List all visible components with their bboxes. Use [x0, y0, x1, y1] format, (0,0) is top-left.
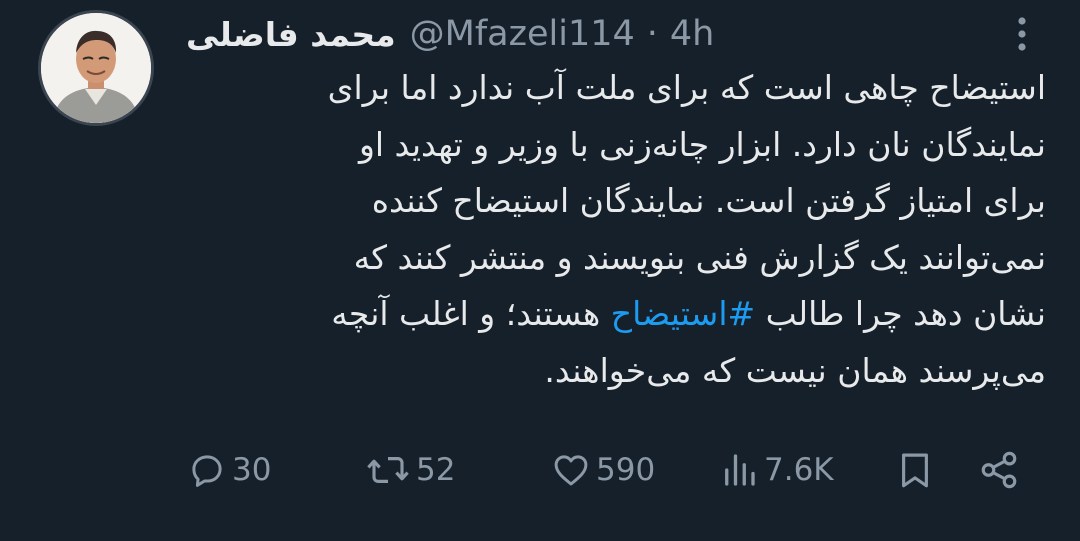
timestamp[interactable]: 4h: [670, 14, 714, 54]
avatar[interactable]: [38, 10, 154, 126]
reply-count: 30: [232, 452, 272, 488]
share-icon: [981, 451, 1017, 489]
tweet-line: نمی‌توانند یک گزارش فنی بنویسند و منتشر …: [353, 237, 1046, 277]
more-icon: [1018, 17, 1026, 51]
bookmark-button[interactable]: [894, 440, 936, 500]
avatar-photo: [41, 13, 151, 123]
reply-button[interactable]: 30: [186, 440, 271, 500]
share-button[interactable]: [978, 440, 1020, 500]
views-button[interactable]: 7.6K: [718, 440, 834, 500]
tweet-text: استیضاح چاهی است که برای ملت آب ندارد ام…: [186, 60, 1046, 399]
tweet-text-segment: هستند؛ و اغلب آنچه: [331, 294, 611, 333]
tweet[interactable]: محمد فاضلی @Mfazeli114 · 4h استیضاح چاهی…: [0, 0, 1080, 541]
tweet-text-segment: نشان دهد چرا طالب: [755, 294, 1046, 333]
views-count: 7.6K: [764, 452, 834, 488]
like-count: 590: [596, 452, 656, 488]
retweet-button[interactable]: 52: [364, 440, 455, 500]
like-icon: [554, 455, 588, 486]
reply-icon: [192, 455, 222, 487]
tweet-header: محمد فاضلی @Mfazeli114 · 4h: [186, 8, 714, 60]
retweet-count: 52: [416, 452, 456, 488]
tweet-line: نمایندگان نان دارد. ابزار چانه‌زنی با وز…: [358, 124, 1046, 164]
hashtag-link[interactable]: #استیضاح: [611, 294, 755, 333]
tweet-line: می‌پرسند همان نیست که می‌خواهند.: [544, 350, 1046, 390]
tweet-line: برای امتیاز گرفتن است. نمایندگان استیضاح…: [371, 181, 1046, 220]
author-handle[interactable]: @Mfazeli114: [410, 14, 635, 54]
author-display-name[interactable]: محمد فاضلی: [186, 15, 396, 54]
tweet-line: استیضاح چاهی است که برای ملت آب ندارد ام…: [327, 68, 1046, 107]
like-button[interactable]: 590: [550, 440, 655, 500]
action-bar: 30 52 590 7.6K: [186, 440, 1046, 500]
tweet-line: نشان دهد چرا طالب #استیضاح هستند؛ و اغلب…: [186, 286, 1046, 343]
views-icon: [725, 454, 755, 486]
separator-dot: ·: [646, 14, 658, 54]
bookmark-icon: [902, 453, 928, 488]
more-options-button[interactable]: [1000, 12, 1044, 56]
retweet-icon: [367, 457, 409, 483]
